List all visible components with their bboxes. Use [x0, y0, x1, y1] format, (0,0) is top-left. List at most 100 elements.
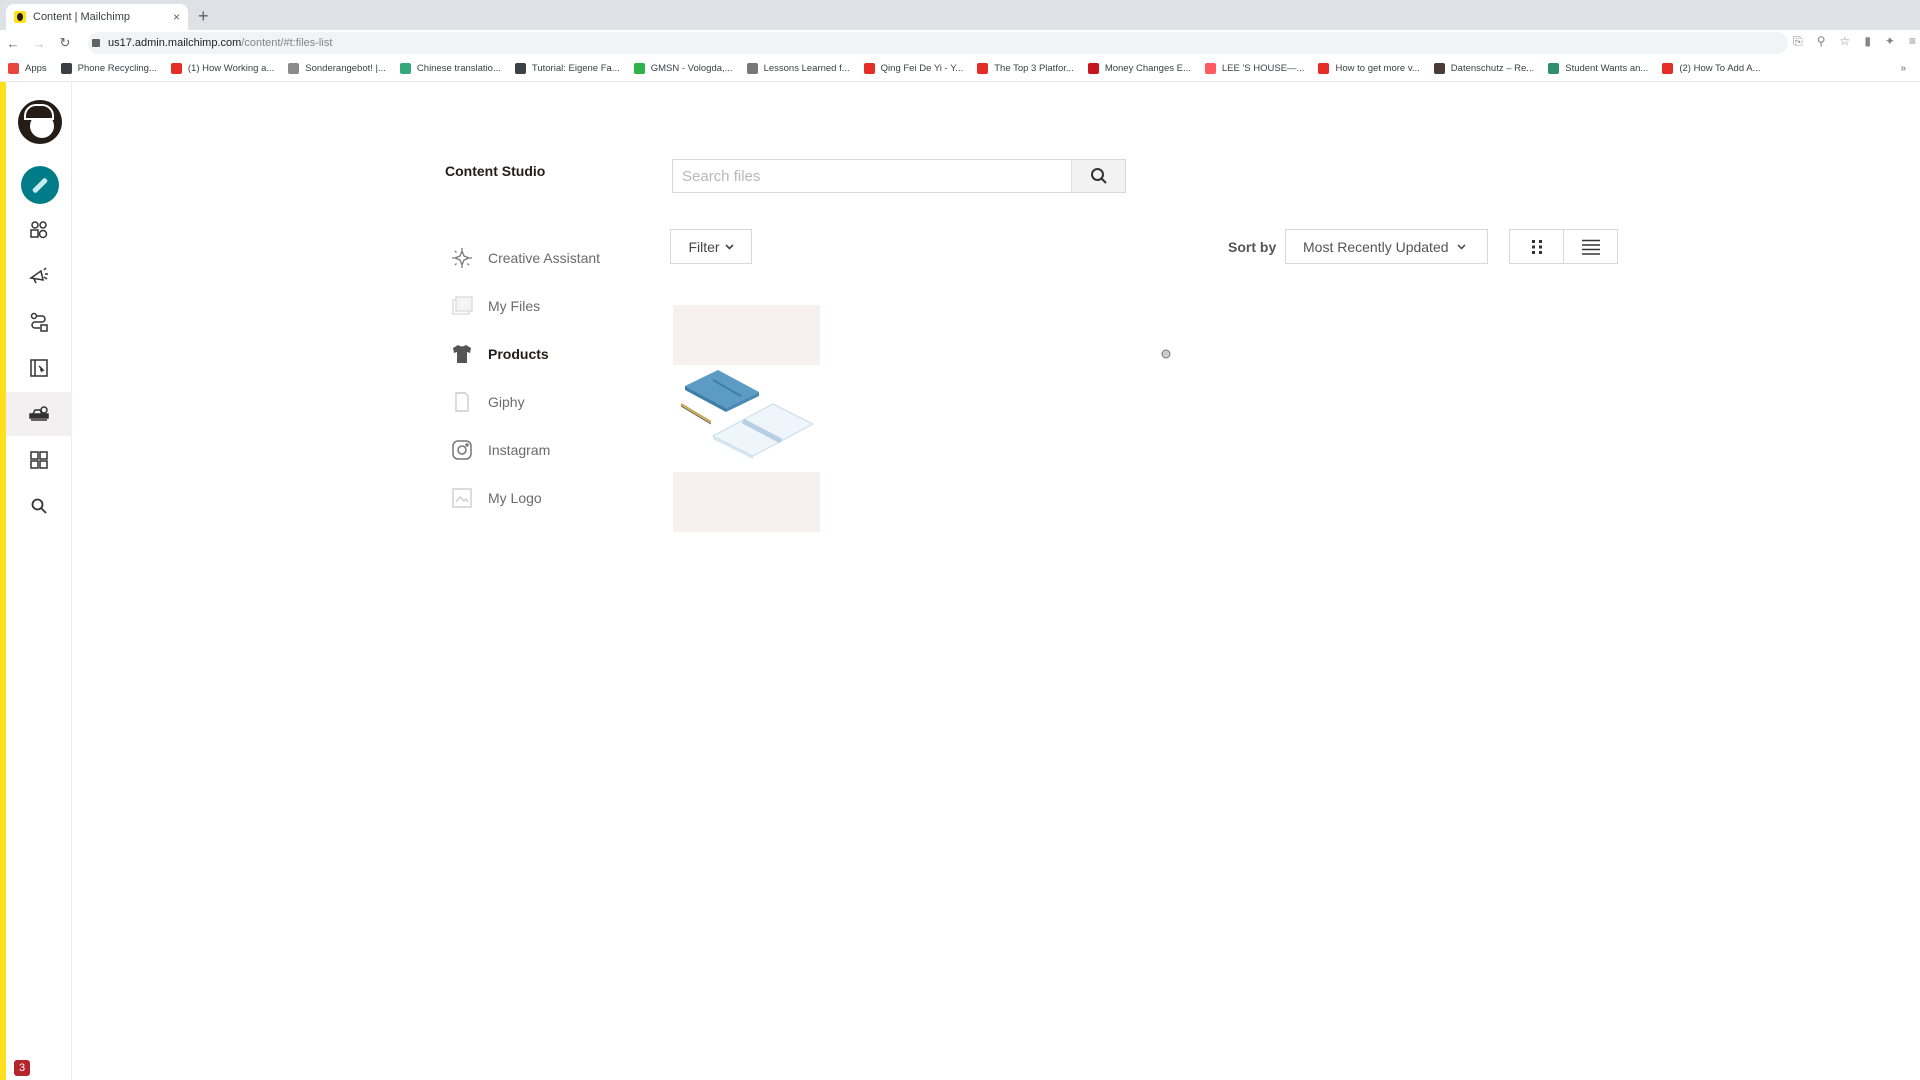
bookmark-item[interactable]: Student Wants an...	[1548, 63, 1648, 74]
tab-close-icon[interactable]: ×	[173, 10, 180, 24]
sort-value: Most Recently Updated	[1303, 238, 1449, 255]
browser-tab-bar: Content | Mailchimp × +	[0, 0, 1920, 30]
sparkle-icon	[450, 246, 474, 270]
folder-item[interactable]: Giphy	[450, 378, 650, 426]
youtube-icon	[170, 63, 182, 74]
bookmark-label: (1) How Working a...	[187, 63, 275, 74]
chevron-down-icon	[724, 243, 734, 250]
bookmark-item[interactable]: Sonderangebot! |...	[288, 63, 386, 74]
tab-title: Content | Mailchimp	[33, 11, 131, 23]
mailchimp-logo-icon[interactable]	[18, 100, 62, 144]
back-icon[interactable]: ←	[0, 36, 26, 51]
bookmark-item[interactable]: Phone Recycling...	[60, 63, 157, 74]
bookmark-label: Phone Recycling...	[77, 63, 157, 74]
folder-item[interactable]: Creative Assistant	[450, 234, 650, 282]
sort-select[interactable]: Most Recently Updated	[1285, 229, 1488, 264]
search-button[interactable]	[1071, 160, 1125, 192]
puzzle-icon[interactable]: ✦	[1885, 34, 1895, 49]
tshirt-icon	[450, 342, 474, 366]
giphy-icon	[450, 390, 474, 414]
folder-label: Creative Assistant	[488, 250, 601, 266]
folder-list: Creative Assistant My Files Products Giphy I…	[450, 234, 650, 522]
folder-label: My Logo	[488, 490, 542, 506]
search-input[interactable]	[673, 160, 1071, 192]
youtube-icon	[863, 63, 875, 74]
grid-dots-icon	[1531, 239, 1542, 254]
search-bar	[672, 159, 1126, 193]
folder-label: Instagram	[488, 442, 551, 458]
notification-badge[interactable]: 3	[14, 1060, 30, 1076]
nav-automations[interactable]	[6, 300, 72, 344]
images-icon	[450, 294, 474, 318]
bookmark-item[interactable]: Qing Fei De Yi - Y...	[863, 63, 963, 74]
grid-view-button[interactable]	[1510, 230, 1563, 263]
reload-icon[interactable]: ↻	[52, 35, 78, 51]
side-nav: 3	[6, 82, 72, 1080]
new-tab-button[interactable]: +	[198, 6, 209, 27]
sort-label: Sort by	[1228, 239, 1277, 255]
youtube-icon	[1318, 63, 1330, 74]
folder-item[interactable]: Products	[450, 330, 650, 378]
list-view-button[interactable]	[1563, 230, 1617, 263]
bookmark-item[interactable]: Chinese translatio...	[399, 63, 501, 74]
page-title: Content Studio	[445, 163, 546, 179]
translate-icon[interactable]: ⎘	[1793, 34, 1803, 49]
file-card-placeholder[interactable]	[673, 305, 820, 365]
bookmark-label: Sonderangebot! |...	[305, 63, 386, 74]
automation-icon	[30, 312, 48, 332]
nav-campaigns[interactable]	[6, 254, 72, 298]
nav-search[interactable]	[6, 484, 72, 528]
bookmark-item[interactable]: Tutorial: Eigene Fa...	[514, 63, 620, 74]
content-studio-icon	[29, 406, 49, 421]
bookmark-star-icon[interactable]: ☆	[1840, 34, 1851, 49]
nav-audience[interactable]	[6, 208, 72, 252]
grid-icon	[30, 451, 48, 469]
chevron-down-icon	[1456, 243, 1466, 250]
nav-content-studio[interactable]	[6, 392, 72, 436]
bookmarks-overflow-button[interactable]: »	[1900, 63, 1906, 74]
url-path: /content/#t:files-list	[241, 37, 333, 49]
file-card-notebook[interactable]	[673, 366, 820, 466]
bookmark-item[interactable]: Datenschutz – Re...	[1433, 63, 1534, 74]
bookmark-item[interactable]: Money Changes E...	[1087, 63, 1191, 74]
folder-item[interactable]: My Logo	[450, 474, 650, 522]
bookmark-item[interactable]: (1) How Working a...	[170, 63, 275, 74]
megaphone-icon	[29, 267, 48, 284]
bookmark-label: Tutorial: Eigene Fa...	[531, 63, 620, 74]
bookmark-label: Student Wants an...	[1565, 63, 1649, 74]
nav-website[interactable]	[6, 346, 72, 390]
menu-icon[interactable]: ≡	[1909, 34, 1916, 49]
youtube-icon	[1087, 63, 1099, 74]
bookmark-item[interactable]: LEE 'S HOUSE—...	[1204, 63, 1305, 74]
address-bar[interactable]: us17.admin.mailchimp.com /content/#t:fil…	[88, 32, 1788, 54]
youtube-icon	[977, 63, 989, 74]
bookmark-item[interactable]: How to get more v...	[1318, 63, 1420, 74]
bookmark-item[interactable]: Apps	[8, 63, 47, 74]
folder-item[interactable]: Instagram	[450, 426, 650, 474]
forward-icon[interactable]: →	[26, 36, 52, 51]
website-icon	[30, 359, 48, 377]
folder-item[interactable]: My Files	[450, 282, 650, 330]
site-icon	[746, 63, 758, 74]
mailchimp-favicon-icon	[14, 11, 26, 23]
bookmark-item[interactable]: The Top 3 Platfor...	[977, 63, 1074, 74]
create-button[interactable]	[21, 166, 59, 204]
nav-integrations[interactable]	[6, 438, 72, 482]
file-card-placeholder[interactable]	[673, 472, 820, 532]
apps-grid-icon	[8, 63, 19, 74]
browser-tab[interactable]: Content | Mailchimp ×	[6, 4, 188, 30]
instagram-icon	[450, 438, 474, 462]
bookmark-item[interactable]: GMSN - Vologda,...	[633, 63, 733, 74]
bookmark-item[interactable]: Lessons Learned f...	[746, 63, 850, 74]
bookmark-label: LEE 'S HOUSE—...	[1221, 63, 1305, 74]
bookmark-item[interactable]: (2) How To Add A...	[1662, 63, 1760, 74]
bookmark-label: Chinese translatio...	[416, 63, 501, 74]
url-host: us17.admin.mailchimp.com	[108, 37, 242, 49]
lock-icon	[92, 39, 100, 47]
zoom-icon[interactable]: ⚲	[1817, 34, 1826, 49]
bookmark-label: Lessons Learned f...	[763, 63, 850, 74]
youtube-icon	[1662, 63, 1674, 74]
pencil-icon	[31, 176, 49, 194]
extension-icon[interactable]: ▮	[1864, 34, 1871, 49]
filter-button[interactable]: Filter	[670, 229, 752, 264]
